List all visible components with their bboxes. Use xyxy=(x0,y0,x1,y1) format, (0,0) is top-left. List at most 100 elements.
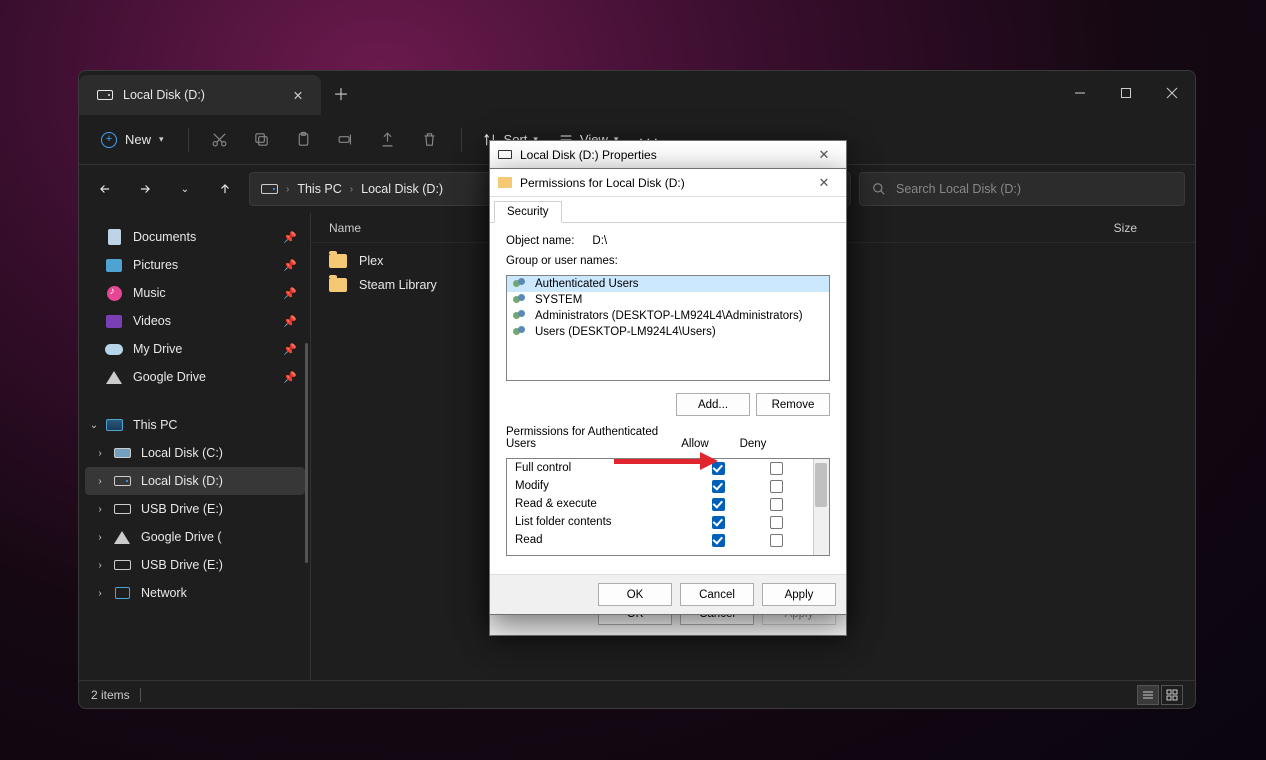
maximize-button[interactable] xyxy=(1103,71,1149,115)
sidebar-item[interactable]: Videos📌 xyxy=(85,307,305,335)
sidebar-item[interactable]: My Drive📌 xyxy=(85,335,305,363)
folder-icon xyxy=(498,177,512,188)
sidebar-drive-item[interactable]: › Google Drive ( xyxy=(85,523,305,551)
user-list-item[interactable]: SYSTEM xyxy=(507,292,829,308)
user-list-item[interactable]: Administrators (DESKTOP-LM924L4\Administ… xyxy=(507,308,829,324)
chevron-down-icon[interactable]: ⌄ xyxy=(87,420,101,431)
minimize-button[interactable] xyxy=(1057,71,1103,115)
column-size[interactable]: Size xyxy=(1114,221,1177,235)
dialog-footer: OK Cancel Apply xyxy=(490,574,846,614)
permission-name: Modify xyxy=(515,480,689,492)
tab-close-button[interactable]: ✕ xyxy=(289,86,307,104)
pc-icon xyxy=(105,417,123,433)
sidebar-item[interactable]: Documents📌 xyxy=(85,223,305,251)
new-button[interactable]: + New ▾ xyxy=(89,126,176,154)
thumbnails-view-button[interactable] xyxy=(1161,685,1183,705)
allow-checkbox[interactable] xyxy=(712,480,725,493)
chevron-right-icon[interactable]: › xyxy=(93,560,107,571)
delete-button xyxy=(411,123,449,157)
sidebar-label: Google Drive ( xyxy=(141,530,222,544)
sidebar-label: Network xyxy=(141,586,187,600)
sidebar-drive-item[interactable]: › Local Disk (D:) xyxy=(85,467,305,495)
deny-checkbox[interactable] xyxy=(770,498,783,511)
deny-checkbox[interactable] xyxy=(770,516,783,529)
close-button[interactable]: ✕ xyxy=(810,144,838,166)
sidebar-label: Local Disk (D:) xyxy=(141,474,223,488)
chevron-right-icon[interactable]: › xyxy=(93,588,107,599)
folder-icon xyxy=(329,254,347,268)
sidebar: Documents📌Pictures📌Music📌Videos📌My Drive… xyxy=(79,213,311,680)
close-button[interactable]: ✕ xyxy=(810,172,838,194)
tab-strip: Security xyxy=(490,197,846,223)
sidebar-drive-item[interactable]: › Local Disk (C:) xyxy=(85,439,305,467)
up-button[interactable] xyxy=(209,173,241,205)
dialog-title: Permissions for Local Disk (D:) xyxy=(520,176,802,190)
allow-checkbox[interactable] xyxy=(712,534,725,547)
plus-icon: + xyxy=(101,132,117,148)
search-input[interactable] xyxy=(896,182,1172,196)
deny-checkbox[interactable] xyxy=(770,480,783,493)
new-tab-button[interactable]: ＋ xyxy=(321,71,361,115)
sidebar-label: Local Disk (C:) xyxy=(141,446,223,460)
user-name: Authenticated Users xyxy=(535,278,639,290)
user-list-item[interactable]: Users (DESKTOP-LM924L4\Users) xyxy=(507,324,829,340)
ok-button[interactable]: OK xyxy=(598,583,672,606)
separator xyxy=(461,128,462,152)
breadcrumb-item[interactable]: This PC xyxy=(297,182,341,196)
back-button[interactable] xyxy=(89,173,121,205)
allow-checkbox[interactable] xyxy=(712,498,725,511)
sidebar-item[interactable]: Music📌 xyxy=(85,279,305,307)
search-box[interactable] xyxy=(859,172,1185,206)
deny-checkbox[interactable] xyxy=(770,462,783,475)
sidebar-item[interactable]: Google Drive📌 xyxy=(85,363,305,391)
drive-icon xyxy=(260,181,278,197)
recent-button[interactable]: ⌄ xyxy=(169,173,201,205)
folder-icon xyxy=(329,278,347,292)
chevron-right-icon[interactable]: › xyxy=(93,448,107,459)
breadcrumb-separator: › xyxy=(350,184,353,195)
pin-icon: 📌 xyxy=(283,343,297,356)
paste-button xyxy=(285,123,323,157)
chevron-right-icon[interactable]: › xyxy=(93,532,107,543)
permissions-dialog: Permissions for Local Disk (D:) ✕ Securi… xyxy=(489,168,847,615)
window-tab[interactable]: Local Disk (D:) ✕ xyxy=(79,75,321,115)
user-list[interactable]: Authenticated Users SYSTEMAdministrators … xyxy=(506,275,830,381)
close-button[interactable] xyxy=(1149,71,1195,115)
permission-name: List folder contents xyxy=(515,516,689,528)
user-name: Users (DESKTOP-LM924L4\Users) xyxy=(535,326,716,338)
copy-button xyxy=(243,123,281,157)
gdrive-icon xyxy=(105,369,123,385)
chevron-right-icon[interactable]: › xyxy=(93,504,107,515)
breadcrumb-item[interactable]: Local Disk (D:) xyxy=(361,182,443,196)
status-text: 2 items xyxy=(91,688,130,702)
sidebar-label: Pictures xyxy=(133,258,178,272)
scrollbar[interactable] xyxy=(813,459,829,555)
sidebar-scrollbar[interactable] xyxy=(305,343,308,563)
tab-security[interactable]: Security xyxy=(494,201,562,223)
sidebar-this-pc[interactable]: ⌄ This PC xyxy=(85,411,305,439)
forward-button[interactable] xyxy=(129,173,161,205)
apply-button[interactable]: Apply xyxy=(762,583,836,606)
allow-checkbox[interactable] xyxy=(712,462,725,475)
permissions-for-label: Permissions for Authenticated Users xyxy=(506,426,666,450)
cancel-button[interactable]: Cancel xyxy=(680,583,754,606)
remove-button[interactable]: Remove xyxy=(756,393,830,416)
chevron-right-icon[interactable]: › xyxy=(93,476,107,487)
deny-checkbox[interactable] xyxy=(770,534,783,547)
sidebar-drive-item[interactable]: ›USB Drive (E:) xyxy=(85,551,305,579)
object-name-row: Object name: D:\ xyxy=(506,235,830,247)
details-view-button[interactable] xyxy=(1137,685,1159,705)
sidebar-drive-item[interactable]: › USB Drive (E:) xyxy=(85,495,305,523)
rename-button xyxy=(327,123,365,157)
allow-checkbox[interactable] xyxy=(712,516,725,529)
doc-icon xyxy=(105,229,123,245)
sidebar-drive-item[interactable]: › Network xyxy=(85,579,305,607)
user-list-item[interactable]: Authenticated Users xyxy=(507,276,829,292)
pin-icon: 📌 xyxy=(283,315,297,328)
add-button[interactable]: Add... xyxy=(676,393,750,416)
cut-button xyxy=(201,123,239,157)
sidebar-label: USB Drive (E:) xyxy=(141,502,223,516)
permissions-header: Permissions for Authenticated Users Allo… xyxy=(506,426,830,450)
sidebar-item[interactable]: Pictures📌 xyxy=(85,251,305,279)
drive2-icon xyxy=(113,445,131,461)
